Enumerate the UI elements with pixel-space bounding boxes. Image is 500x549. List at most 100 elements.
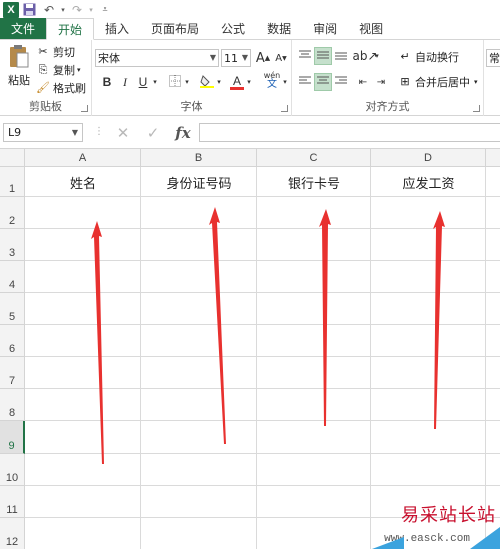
cut-button[interactable]: ✂ 剪切 — [36, 44, 75, 60]
font-name-select[interactable]: 宋体 ▼ — [95, 49, 219, 67]
spreadsheet-grid: A B C D 1 2 3 4 5 6 7 8 9 10 11 12 姓名 身份… — [0, 149, 500, 549]
copy-button[interactable]: ⎘ 复制 ▾ — [36, 62, 81, 78]
redo-dropdown-icon[interactable]: ▾ — [87, 0, 95, 19]
shrink-font-icon: A — [275, 52, 283, 64]
alignment-launcher-icon[interactable] — [473, 105, 480, 112]
italic-button[interactable]: I — [116, 73, 134, 91]
font-size-value: 11 — [224, 51, 238, 65]
watermark-decoration — [470, 527, 500, 549]
font-launcher-icon[interactable] — [281, 105, 288, 112]
borders-dropdown-icon[interactable]: ▾ — [182, 73, 192, 91]
redo-icon[interactable]: ↷ — [67, 0, 87, 19]
shrink-font-button[interactable]: A ▼ — [272, 49, 290, 67]
name-box-value: L9 — [8, 126, 22, 139]
alignment-group-label: 对齐方式 — [365, 100, 410, 113]
quick-access-toolbar: X ↶ ▾ ↷ ▾ ⩡ — [0, 0, 115, 19]
red-arrow-icon — [319, 209, 331, 426]
align-center-button[interactable] — [314, 73, 332, 91]
align-bottom-icon — [335, 49, 347, 63]
ribbon: 粘贴 ✂ 剪切 ⎘ 复制 ▾ 🖌 格式刷 剪贴板 宋体 ▼ 11 ▼ A ▲ A ▼ B I U… — [0, 40, 500, 116]
enter-icon[interactable]: ✓ — [138, 124, 168, 142]
formula-bar: L9 ▼ ⋮ ✕ ✓ fx — [0, 116, 500, 149]
grow-font-button[interactable]: A ▲ — [254, 49, 272, 67]
formula-input[interactable] — [199, 123, 500, 142]
tab-formulas[interactable]: 公式 — [210, 18, 256, 39]
align-left-icon — [299, 75, 311, 89]
align-middle-icon — [317, 49, 329, 63]
wrap-text-icon: ↵ — [400, 50, 410, 63]
watermark: 易采站长站 www.easck.com — [360, 497, 500, 549]
tab-insert[interactable]: 插入 — [94, 18, 140, 39]
undo-icon[interactable]: ↶ — [39, 0, 59, 19]
merge-icon: ⊞ — [400, 75, 410, 88]
copy-dropdown-icon[interactable]: ▾ — [77, 66, 81, 74]
copy-label: 复制 — [53, 64, 75, 77]
tab-view[interactable]: 视图 — [348, 18, 394, 39]
bold-button[interactable]: B — [98, 73, 116, 91]
orientation-dropdown-icon[interactable]: ▾ — [372, 47, 382, 65]
decrease-indent-icon: ⇤ — [358, 76, 368, 88]
paste-label: 粘贴 — [8, 74, 30, 87]
align-left-button[interactable] — [296, 73, 314, 91]
chevron-down-icon: ▼ — [71, 128, 78, 137]
align-center-icon — [317, 75, 329, 89]
formula-buttons: ✕ ✓ fx — [108, 123, 198, 142]
tab-review[interactable]: 审阅 — [302, 18, 348, 39]
phonetic-dropdown-icon[interactable]: ▾ — [280, 73, 290, 91]
cancel-icon[interactable]: ✕ — [108, 124, 138, 142]
wrap-text-label: 自动换行 — [415, 51, 459, 64]
wrap-text-button[interactable]: ↵ 自动换行 — [398, 49, 459, 65]
font-name-value: 宋体 — [98, 52, 120, 65]
chevron-down-icon: ▼ — [209, 53, 216, 62]
font-color-icon: A — [232, 73, 241, 88]
align-right-icon — [335, 75, 347, 89]
format-painter-button[interactable]: 🖌 格式刷 — [36, 80, 86, 96]
paste-icon — [10, 45, 29, 68]
tab-data[interactable]: 数据 — [256, 18, 302, 39]
clipboard-launcher-icon[interactable] — [81, 105, 88, 112]
align-top-icon — [299, 49, 311, 63]
align-bottom-button[interactable] — [332, 47, 350, 65]
watermark-title: 易采站长站 — [401, 505, 496, 526]
increase-indent-button[interactable]: ⇥ — [372, 73, 390, 91]
cut-label: 剪切 — [53, 46, 75, 59]
chevron-down-icon: ▼ — [241, 53, 248, 62]
merge-center-button[interactable]: ⊞ 合并后居中 ▾ — [398, 74, 478, 90]
excel-logo-icon[interactable]: X — [3, 1, 19, 18]
merge-dropdown-icon[interactable]: ▾ — [474, 78, 478, 86]
align-top-button[interactable] — [296, 47, 314, 65]
paste-button[interactable]: 粘贴 — [4, 44, 34, 94]
name-box[interactable]: L9 ▼ — [3, 123, 83, 142]
tab-page-layout[interactable]: 页面布局 — [140, 18, 210, 39]
insert-function-icon[interactable]: fx — [168, 124, 198, 142]
font-group: 宋体 ▼ 11 ▼ A ▲ A ▼ B I U ▾ ▾ ▾ A ▾ wén 文 ▾ 字体 — [92, 40, 292, 116]
increase-indent-icon: ⇥ — [376, 76, 386, 88]
fill-bucket-icon — [200, 74, 214, 91]
formula-bar-grip-icon: ⋮ — [94, 126, 104, 137]
font-color-dropdown-icon[interactable]: ▾ — [244, 73, 254, 91]
red-arrow-icon — [91, 221, 104, 464]
decrease-indent-button[interactable]: ⇤ — [354, 73, 372, 91]
underline-dropdown-icon[interactable]: ▾ — [150, 73, 160, 91]
red-arrow-icon — [433, 211, 445, 429]
borders-icon — [169, 74, 181, 90]
number-format-value: 常 — [489, 52, 500, 65]
number-format-select[interactable]: 常 — [486, 49, 500, 67]
phonetic-guide-button[interactable]: wén 文 — [262, 71, 282, 90]
red-arrow-icon — [209, 207, 226, 444]
merge-center-label: 合并后居中 — [415, 76, 470, 89]
format-painter-label: 格式刷 — [53, 82, 86, 95]
tab-home[interactable]: 开始 — [46, 18, 95, 40]
align-middle-button[interactable] — [314, 47, 332, 65]
customize-toolbar-icon[interactable]: ⩡ — [95, 0, 115, 19]
align-right-button[interactable] — [332, 73, 350, 91]
title-bar: X ↶ ▾ ↷ ▾ ⩡ — [0, 0, 500, 19]
save-icon[interactable] — [19, 0, 39, 19]
fill-color-dropdown-icon[interactable]: ▾ — [214, 73, 224, 91]
undo-dropdown-icon[interactable]: ▾ — [59, 0, 67, 19]
tab-file[interactable]: 文件 — [0, 18, 46, 39]
copy-icon: ⎘ — [38, 63, 48, 76]
font-size-select[interactable]: 11 ▼ — [221, 49, 251, 67]
font-group-label: 字体 — [180, 100, 203, 113]
scissors-icon: ✂ — [38, 45, 48, 58]
